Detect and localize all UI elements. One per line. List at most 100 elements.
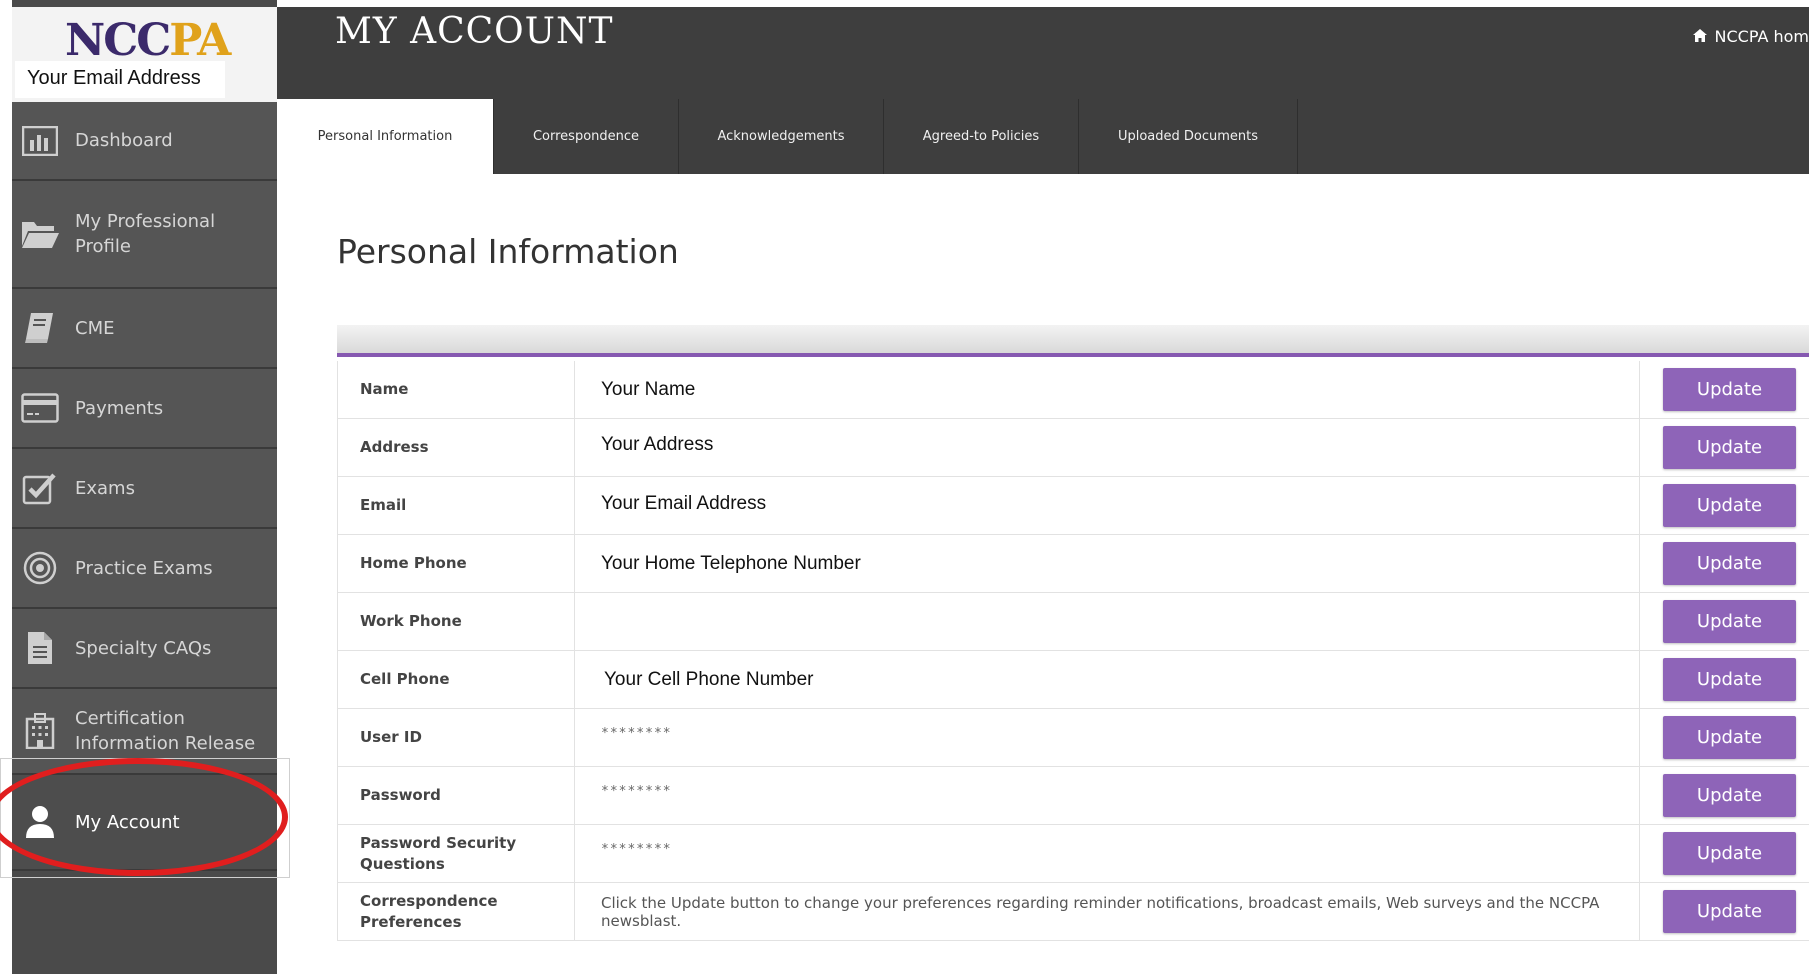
update-correspondence-preferences-button[interactable]: Update	[1663, 890, 1796, 933]
folder-open-icon	[20, 214, 60, 254]
sidebar-item-professional-profile[interactable]: My Professional Profile	[12, 181, 277, 289]
sidebar-item-label: Dashboard	[75, 130, 173, 151]
section-title: Personal Information	[337, 232, 679, 271]
value-cell: ********	[575, 709, 1640, 766]
bar-chart-icon	[20, 121, 60, 161]
button-cell: Update	[1640, 709, 1809, 766]
value-cell: Your Name	[575, 361, 1640, 418]
value-cell	[575, 593, 1640, 650]
sidebar-item-label: Specialty CAQs	[75, 637, 212, 659]
sidebar-item-label: Exams	[75, 477, 135, 499]
button-cell: Update	[1640, 825, 1809, 882]
update-email-button[interactable]: Update	[1663, 484, 1796, 527]
sidebar-item-label: CME	[75, 317, 115, 339]
field-note: Click the Update button to change your p…	[601, 893, 1600, 930]
page-title: MY ACCOUNT	[335, 11, 614, 52]
tab-personal-information[interactable]: Personal Information	[277, 99, 494, 174]
sidebar-item-certification-release[interactable]: Certification Information Release	[12, 689, 277, 775]
field-label: Password Security Questions	[338, 825, 575, 882]
button-cell: Update	[1640, 477, 1809, 534]
button-cell: Update	[1640, 651, 1809, 708]
table-row: Password Security Questions ******** Upd…	[337, 825, 1809, 883]
value-cell: Click the Update button to change your p…	[575, 883, 1640, 940]
account-tabs: Personal Information Correspondence Ackn…	[277, 99, 1809, 174]
update-cell-phone-button[interactable]: Update	[1663, 658, 1796, 701]
value-cell: ********	[575, 767, 1640, 824]
update-password-button[interactable]: Update	[1663, 774, 1796, 817]
tab-acknowledgements[interactable]: Acknowledgements	[679, 99, 884, 174]
field-value: Your Name	[601, 378, 696, 400]
button-cell: Update	[1640, 883, 1809, 940]
tab-agreed-to-policies[interactable]: Agreed-to Policies	[884, 99, 1079, 174]
sidebar-item-cme[interactable]: CME	[12, 289, 277, 369]
masked-value: ********	[601, 784, 672, 799]
target-icon	[20, 548, 60, 588]
home-icon	[1692, 27, 1707, 46]
sidebar-item-payments[interactable]: Payments	[12, 369, 277, 449]
field-value: Your Home Telephone Number	[601, 552, 861, 574]
table-row: Correspondence Preferences Click the Upd…	[337, 883, 1809, 941]
sidebar-item-label: My Account	[75, 811, 180, 833]
logo-area: NCCPA Your Email Address	[12, 7, 277, 102]
button-cell: Update	[1640, 361, 1809, 418]
sidebar-item-my-account[interactable]: My Account	[12, 775, 277, 871]
panel-header	[337, 325, 1809, 357]
field-value: Your Address	[601, 433, 714, 455]
table-row: Cell Phone Your Cell Phone Number Update	[337, 651, 1809, 709]
book-icon	[20, 308, 60, 348]
sidebar-item-exams[interactable]: Exams	[12, 449, 277, 529]
field-label: Email	[338, 477, 575, 534]
sidebar-item-label: My Professional Profile	[75, 211, 216, 257]
sidebar-item-specialty-caqs[interactable]: Specialty CAQs	[12, 609, 277, 689]
checkbox-icon	[20, 468, 60, 508]
sidebar-item-label: Certification Information Release	[75, 708, 256, 754]
field-label: Name	[338, 361, 575, 418]
sidebar-item-dashboard[interactable]: Dashboard	[12, 102, 277, 181]
tab-correspondence[interactable]: Correspondence	[494, 99, 679, 174]
table-row: Email Your Email Address Update	[337, 477, 1809, 535]
field-label: Work Phone	[338, 593, 575, 650]
sidebar-item-label: Practice Exams	[75, 557, 213, 579]
field-label: Address	[338, 419, 575, 476]
field-label: Correspondence Preferences	[338, 883, 575, 940]
nccpa-logo[interactable]: NCCPA	[65, 15, 231, 66]
user-icon	[20, 802, 60, 842]
field-value: Your Cell Phone Number	[604, 668, 814, 690]
user-email-label: Your Email Address	[15, 61, 225, 98]
table-row: Work Phone Update	[337, 593, 1809, 651]
field-label: Home Phone	[338, 535, 575, 592]
value-cell: Your Home Telephone Number	[575, 535, 1640, 592]
field-label: Cell Phone	[338, 651, 575, 708]
table-row: User ID ******** Update	[337, 709, 1809, 767]
value-cell: ********	[575, 825, 1640, 882]
masked-value: ********	[601, 842, 672, 857]
top-header: MY ACCOUNT NCCPA hom	[277, 7, 1809, 99]
sidebar-nav: Dashboard My Professional Profile CME Pa…	[12, 102, 277, 871]
value-cell: Your Cell Phone Number	[575, 651, 1640, 708]
update-name-button[interactable]: Update	[1663, 368, 1796, 411]
update-work-phone-button[interactable]: Update	[1663, 600, 1796, 643]
field-label: User ID	[338, 709, 575, 766]
sidebar: NCCPA Your Email Address Dashboard My Pr…	[12, 0, 277, 974]
table-row: Name Your Name Update	[337, 361, 1809, 419]
logo-text-main: NCC	[65, 15, 171, 66]
update-user-id-button[interactable]: Update	[1663, 716, 1796, 759]
value-cell: Your Address	[575, 419, 1640, 476]
update-home-phone-button[interactable]: Update	[1663, 542, 1796, 585]
tab-uploaded-documents[interactable]: Uploaded Documents	[1079, 99, 1298, 174]
home-link[interactable]: NCCPA hom	[1692, 27, 1809, 46]
credit-card-icon	[20, 388, 60, 428]
home-link-label: NCCPA hom	[1714, 27, 1809, 46]
table-row: Password ******** Update	[337, 767, 1809, 825]
field-value: Your Email Address	[601, 492, 767, 514]
sidebar-item-practice-exams[interactable]: Practice Exams	[12, 529, 277, 609]
value-cell: Your Email Address	[575, 477, 1640, 534]
table-row: Home Phone Your Home Telephone Number Up…	[337, 535, 1809, 593]
button-cell: Update	[1640, 419, 1809, 476]
document-icon	[20, 628, 60, 668]
button-cell: Update	[1640, 593, 1809, 650]
update-address-button[interactable]: Update	[1663, 426, 1796, 469]
personal-info-table: Name Your Name Update Address Your Addre…	[337, 361, 1809, 941]
update-security-questions-button[interactable]: Update	[1663, 832, 1796, 875]
table-row: Address Your Address Update	[337, 419, 1809, 477]
